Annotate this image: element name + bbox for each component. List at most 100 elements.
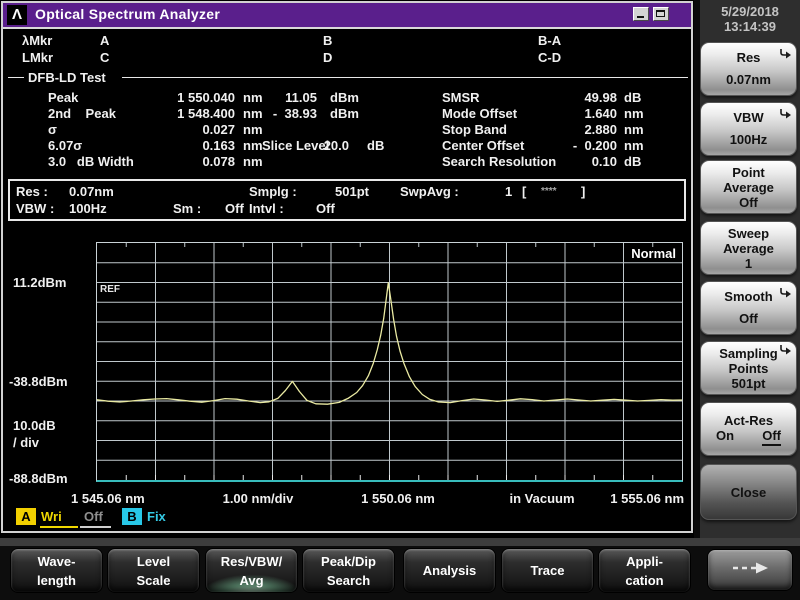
vbw-value: 100Hz — [69, 201, 107, 216]
maximize-icon — [656, 10, 665, 17]
menu-line: Analysis — [423, 561, 476, 580]
smsr-unit: dB — [624, 90, 641, 105]
minimize-icon — [637, 16, 644, 18]
softkey-line: Average — [723, 180, 774, 195]
softkey-line: Sampling — [719, 346, 778, 361]
close-softkey[interactable]: Close — [700, 464, 797, 520]
maximize-button[interactable] — [653, 7, 669, 21]
trace-a-mode-label: Wri — [41, 509, 62, 524]
sigma-unit: nm — [243, 122, 263, 137]
softkey-line: 1 — [745, 256, 752, 271]
section-divider-left — [8, 77, 24, 78]
softkey-line: 501pt — [732, 376, 766, 391]
menu-line: Search — [327, 571, 370, 590]
menu-wavelength[interactable]: Wave- length — [10, 548, 103, 593]
menu-next-page-button[interactable] — [707, 549, 793, 591]
softkey-line: Point — [732, 165, 765, 180]
marker-c-label: C — [100, 50, 109, 65]
marker-a-label: A — [100, 33, 109, 48]
mode-offset-label: Mode Offset — [442, 106, 517, 121]
second-peak-level-value: - 38.93 — [255, 106, 317, 121]
menu-line: Peak/Dip — [321, 552, 376, 571]
y-axis-ref-level-label: 11.2dBm — [13, 275, 66, 290]
softkey-line: Sweep — [728, 226, 769, 241]
next-page-arrow-icon — [730, 561, 770, 580]
softkey-line: 0.07nm — [726, 69, 771, 91]
x-axis-vacuum-label: in Vacuum — [509, 491, 574, 506]
trace-b-selector[interactable]: B — [122, 508, 142, 525]
stop-band-value: 2.880 — [540, 122, 617, 137]
trace-a-state-label: Off — [84, 509, 103, 524]
db-width-label: 3.0 dB Width — [48, 154, 134, 169]
menu-trace[interactable]: Trace — [501, 548, 594, 593]
anritsu-logo-icon: Λ — [7, 5, 27, 25]
submenu-arrow-icon — [779, 105, 792, 127]
lambda-mkr-label: λMkr — [22, 33, 52, 48]
peak-level-value: 11.05 — [255, 90, 317, 105]
datetime-display: 5/29/2018 13:14:39 — [702, 4, 798, 34]
menu-line: Res/VBW/ — [221, 552, 282, 571]
vbw-label: VBW : — [16, 201, 54, 216]
smplg-label: Smplg : — [249, 184, 297, 199]
smooth-softkey[interactable]: Smooth Off — [700, 281, 797, 335]
slice-level-value: 20.0 — [302, 138, 349, 153]
smsr-label: SMSR — [442, 90, 480, 105]
submenu-arrow-icon — [779, 284, 792, 306]
menu-peak-dip-search[interactable]: Peak/Dip Search — [302, 548, 395, 593]
menu-line: Level — [137, 552, 170, 571]
center-offset-value: - 0.200 — [540, 138, 617, 153]
center-offset-unit: nm — [624, 138, 644, 153]
menu-line: length — [37, 571, 76, 590]
intvl-value: Off — [316, 201, 335, 216]
y-axis-bottom-level-label: -88.8dBm — [9, 471, 68, 486]
menu-line: Wave- — [38, 552, 76, 571]
peak-wavelength-value: 1 550.040 — [150, 90, 235, 105]
y-axis-scale-label-2: / div — [13, 435, 39, 450]
res-value: 0.07nm — [69, 184, 114, 199]
smplg-value: 501pt — [335, 184, 369, 199]
menu-application[interactable]: Appli- cation — [598, 548, 691, 593]
trace-b-mode-label: Fix — [147, 509, 166, 524]
menu-level-scale[interactable]: Level Scale — [107, 548, 200, 593]
mode-offset-unit: nm — [624, 106, 644, 121]
peak-label: Peak — [48, 90, 78, 105]
trace-a-selector[interactable]: A — [16, 508, 36, 525]
window-title: Optical Spectrum Analyzer — [35, 6, 220, 22]
res-softkey[interactable]: Res 0.07nm — [700, 42, 797, 96]
swpavg-label: SwpAvg : — [400, 184, 459, 199]
menu-line: Scale — [137, 571, 171, 590]
softkey-line: Average — [723, 241, 774, 256]
center-offset-label: Center Offset — [442, 138, 524, 153]
function-menu-bar-top-edge — [0, 538, 800, 546]
level-mkr-label: LMkr — [22, 50, 53, 65]
date-label: 5/29/2018 — [702, 4, 798, 19]
second-peak-wavelength-value: 1 548.400 — [150, 106, 235, 121]
second-peak-level-unit: dBm — [330, 106, 359, 121]
sweep-average-softkey[interactable]: Sweep Average 1 — [700, 221, 797, 275]
menu-line: Appli- — [626, 552, 663, 571]
x-axis-end-label: 1 555.06 nm — [610, 491, 684, 506]
time-label: 13:14:39 — [702, 19, 798, 34]
swpavg-bracket-open: [ — [522, 184, 526, 199]
search-resolution-value: 0.10 — [540, 154, 617, 169]
vbw-softkey[interactable]: VBW 100Hz — [700, 102, 797, 156]
act-res-off-option: Off — [762, 428, 781, 446]
softkey-line: Act-Res — [724, 413, 773, 428]
menu-res-vbw-avg[interactable]: Res/VBW/ Avg — [205, 548, 298, 593]
softkey-line: VBW — [733, 107, 763, 129]
submenu-arrow-icon — [779, 344, 792, 359]
minimize-button[interactable] — [633, 7, 649, 21]
ref-line-label: REF — [100, 284, 120, 295]
menu-analysis[interactable]: Analysis — [403, 548, 496, 593]
sampling-points-softkey[interactable]: Sampling Points 501pt — [700, 341, 797, 395]
marker-c-d-label: C-D — [538, 50, 561, 65]
y-axis-scale-label: 10.0dB — [13, 418, 56, 433]
softkey-line: Points — [729, 361, 769, 376]
softkey-line: Res — [737, 47, 761, 69]
trace-a-state-underline — [80, 526, 111, 528]
x-axis-start-label: 1 545.06 nm — [71, 491, 145, 506]
act-res-softkey[interactable]: Act-Res On Off — [700, 402, 797, 456]
marker-d-label: D — [323, 50, 332, 65]
point-average-softkey[interactable]: Point Average Off — [700, 160, 797, 214]
stop-band-unit: nm — [624, 122, 644, 137]
